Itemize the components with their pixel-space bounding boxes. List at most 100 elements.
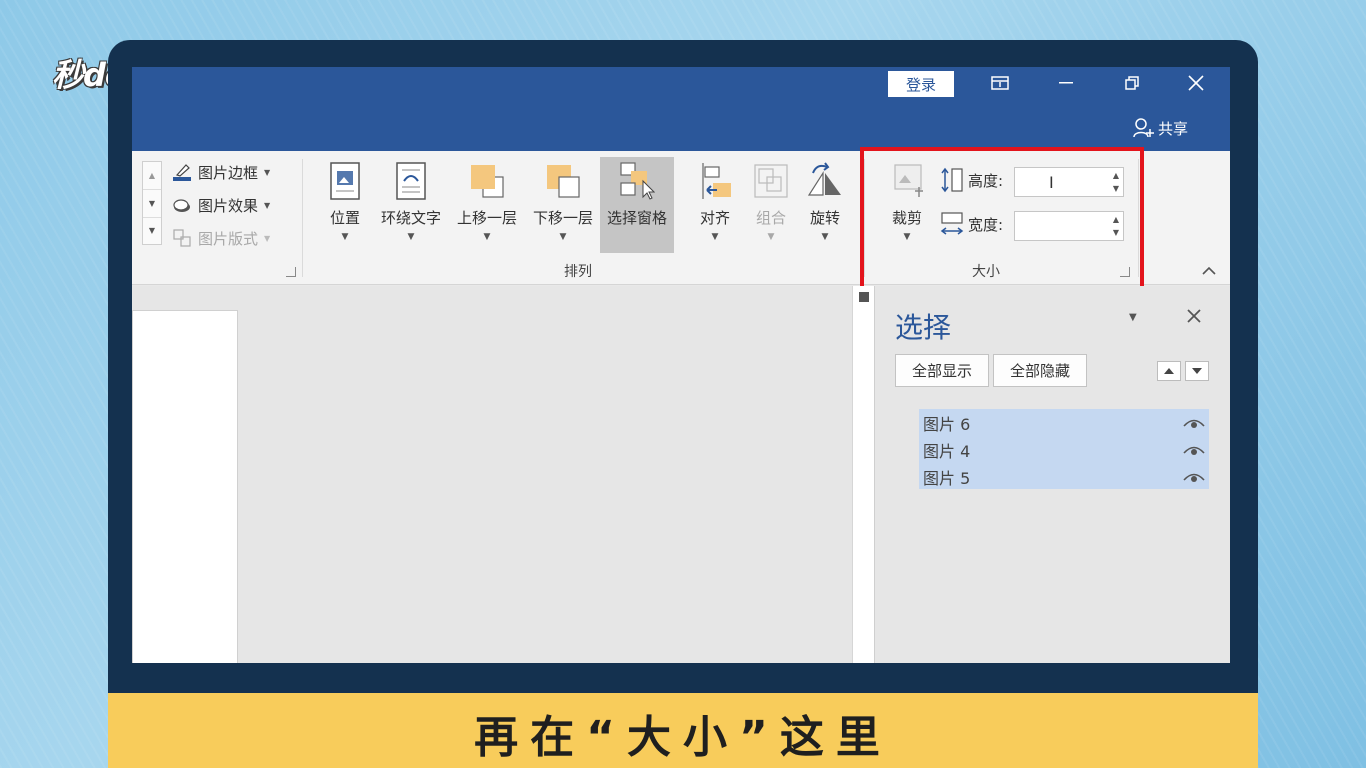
dropdown-arrow-icon: ▼ bbox=[407, 232, 415, 242]
picture-styles-launcher[interactable] bbox=[286, 267, 296, 277]
dropdown-arrow-icon: ▼ bbox=[821, 232, 829, 242]
gallery-up-arrow[interactable]: ▲ bbox=[143, 162, 161, 190]
width-icon bbox=[940, 212, 964, 235]
eye-icon[interactable] bbox=[1183, 444, 1205, 456]
selection-pane: 选择 ▼ 全部显示 全部隐藏 图片 6 图片 4 图片 5 bbox=[874, 286, 1230, 663]
object-row[interactable]: 图片 6 bbox=[919, 409, 1209, 436]
width-label: 宽度: bbox=[968, 215, 1004, 234]
dropdown-arrow-icon: ▼ bbox=[341, 232, 349, 242]
collapse-ribbon-button[interactable] bbox=[1202, 261, 1216, 280]
dropdown-arrow-icon: ▼ bbox=[483, 232, 491, 242]
object-row[interactable]: 图片 5 bbox=[919, 463, 1209, 490]
close-icon bbox=[1187, 309, 1201, 323]
height-spin-up[interactable]: ▲ bbox=[1113, 172, 1119, 180]
bring-forward-button[interactable]: 上移一层 ▼ bbox=[450, 157, 524, 253]
pane-options-button[interactable]: ▼ bbox=[1129, 312, 1137, 323]
dropdown-arrow-icon: ▼ bbox=[767, 232, 775, 242]
styles-gallery-scroller[interactable]: ▲ ▼ ▼ bbox=[142, 161, 162, 245]
share-button[interactable]: 共享 bbox=[1132, 117, 1188, 139]
width-row: 宽度: bbox=[940, 211, 1003, 237]
document-page[interactable] bbox=[132, 310, 238, 663]
word-window: 登录 共享 ▲ ▼ ▼ 图片边框 ▼ 图片效果 ▼ 图片版式 ▼ 位置 ▼ 环绕… bbox=[132, 67, 1230, 663]
picture-layout-button: 图片版式 ▼ bbox=[172, 225, 270, 251]
restore-icon bbox=[1125, 76, 1139, 90]
minimize-icon bbox=[1059, 82, 1073, 84]
dropdown-arrow-icon: ▼ bbox=[903, 232, 911, 242]
crop-icon bbox=[894, 164, 923, 197]
object-row[interactable]: 图片 4 bbox=[919, 436, 1209, 463]
dropdown-arrow-icon: ▼ bbox=[711, 232, 719, 242]
restore-button[interactable] bbox=[1104, 67, 1160, 99]
size-launcher[interactable] bbox=[1120, 267, 1130, 277]
chevron-up-icon bbox=[1202, 266, 1216, 275]
share-label: 共享 bbox=[1158, 119, 1189, 138]
rotate-button[interactable]: 旋转 ▼ bbox=[788, 157, 862, 253]
triangle-up-icon bbox=[1164, 368, 1174, 374]
ribbon: ▲ ▼ ▼ 图片边框 ▼ 图片效果 ▼ 图片版式 ▼ 位置 ▼ 环绕文字 ▼ 上… bbox=[132, 151, 1230, 285]
dropdown-arrow-icon: ▼ bbox=[264, 200, 271, 210]
selection-pane-icon bbox=[620, 162, 655, 200]
show-all-button[interactable]: 全部显示 bbox=[895, 354, 989, 387]
bring-forward-icon bbox=[471, 165, 504, 198]
picture-border-button[interactable]: 图片边框 ▼ bbox=[172, 159, 270, 185]
subtitle-bar: 再在“大小”这里 bbox=[108, 693, 1258, 768]
gallery-down-arrow[interactable]: ▼ bbox=[143, 190, 161, 218]
pane-close-button[interactable] bbox=[1187, 308, 1201, 327]
picture-layout-icon bbox=[173, 229, 191, 247]
dropdown-arrow-icon: ▼ bbox=[264, 167, 271, 177]
title-bar: 登录 共享 bbox=[132, 67, 1230, 151]
close-button[interactable] bbox=[1168, 67, 1224, 99]
object-list: 图片 6 图片 4 图片 5 bbox=[919, 409, 1209, 489]
subtitle-text: 再在“大小”这里 bbox=[474, 711, 892, 763]
width-spin-up[interactable]: ▲ bbox=[1113, 216, 1119, 224]
pane-title: 选择 bbox=[895, 311, 952, 344]
align-icon bbox=[702, 163, 731, 199]
arrange-group-label: 排列 bbox=[564, 264, 592, 280]
triangle-down-icon bbox=[1192, 368, 1202, 374]
object-name: 图片 4 bbox=[923, 441, 971, 461]
height-icon bbox=[941, 167, 963, 193]
document-area bbox=[132, 286, 852, 663]
position-button[interactable]: 位置 ▼ bbox=[308, 157, 382, 253]
hide-all-button[interactable]: 全部隐藏 bbox=[993, 354, 1087, 387]
gallery-more-arrow[interactable]: ▼ bbox=[143, 218, 161, 244]
dropdown-arrow-icon: ▼ bbox=[559, 232, 567, 242]
send-backward-button[interactable]: 下移一层 ▼ bbox=[526, 157, 600, 253]
ribbon-display-icon bbox=[991, 76, 1009, 90]
close-icon bbox=[1188, 75, 1204, 91]
crop-button[interactable]: 裁剪 ▼ bbox=[872, 157, 942, 253]
wrap-text-icon bbox=[396, 162, 426, 200]
width-input[interactable]: ▲ ▼ bbox=[1014, 211, 1124, 241]
group-separator bbox=[864, 159, 865, 277]
person-add-icon bbox=[1133, 118, 1154, 138]
size-group-label: 大小 bbox=[972, 264, 1000, 280]
minimize-button[interactable] bbox=[1038, 67, 1094, 99]
height-spin-down[interactable]: ▼ bbox=[1113, 185, 1119, 193]
wrap-text-button[interactable]: 环绕文字 ▼ bbox=[374, 157, 448, 253]
text-cursor-icon: I bbox=[1049, 173, 1054, 192]
width-spin-down[interactable]: ▼ bbox=[1113, 229, 1119, 237]
move-up-button[interactable] bbox=[1157, 361, 1181, 381]
rotate-icon bbox=[807, 162, 841, 196]
height-row: 高度: bbox=[940, 167, 1003, 193]
send-backward-icon bbox=[547, 165, 580, 198]
group-separator bbox=[302, 159, 303, 277]
picture-effects-button[interactable]: 图片效果 ▼ bbox=[172, 192, 270, 218]
height-label: 高度: bbox=[968, 171, 1004, 190]
move-down-button[interactable] bbox=[1185, 361, 1209, 381]
group-icon bbox=[754, 164, 788, 198]
eye-icon[interactable] bbox=[1183, 417, 1205, 429]
scroll-thumb[interactable] bbox=[858, 292, 869, 302]
eye-icon[interactable] bbox=[1183, 471, 1205, 483]
vertical-scrollbar[interactable] bbox=[852, 286, 874, 663]
login-button[interactable]: 登录 bbox=[888, 71, 954, 97]
object-name: 图片 6 bbox=[923, 414, 971, 434]
picture-effects-icon bbox=[173, 199, 190, 212]
position-icon bbox=[330, 162, 360, 200]
height-input[interactable]: I ▲ ▼ bbox=[1014, 167, 1124, 197]
group-separator bbox=[1138, 159, 1139, 277]
ribbon-display-options-button[interactable] bbox=[972, 67, 1028, 99]
selection-pane-button[interactable]: 选择窗格 bbox=[600, 157, 674, 253]
dropdown-arrow-icon: ▼ bbox=[264, 233, 271, 243]
object-name: 图片 5 bbox=[923, 468, 971, 488]
